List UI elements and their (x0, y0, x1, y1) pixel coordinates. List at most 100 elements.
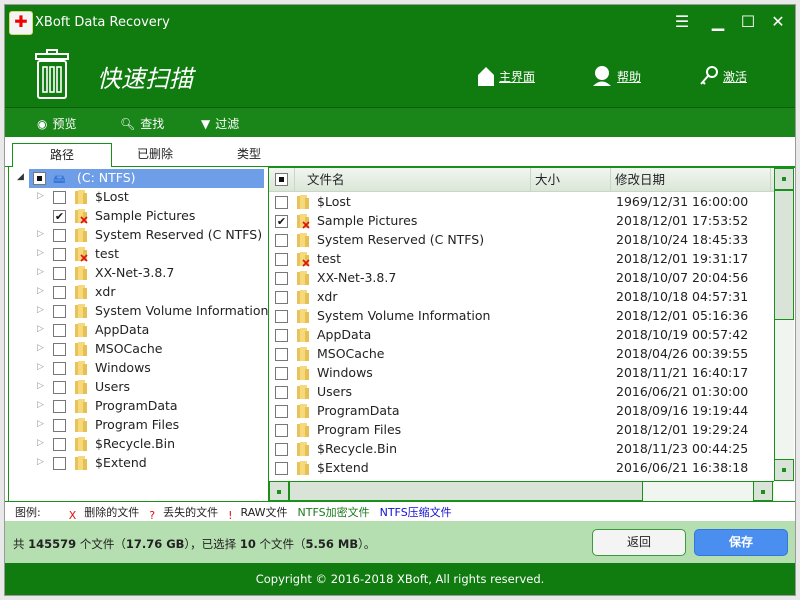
row-checkbox[interactable] (275, 443, 288, 456)
row-checkbox[interactable] (275, 405, 288, 418)
expand-arrow-icon[interactable]: ▷ (37, 381, 44, 391)
vertical-scroll-thumb[interactable] (774, 190, 794, 320)
tree-item[interactable]: ▷ ProgramData (9, 397, 267, 416)
row-checkbox[interactable] (275, 367, 288, 380)
row-checkbox[interactable] (275, 234, 288, 247)
tree-checkbox[interactable] (53, 324, 66, 337)
row-checkbox[interactable] (275, 291, 288, 304)
file-row[interactable]: ✔ Sample Pictures 2018/12/01 17:53:52 (269, 212, 774, 231)
scroll-left-button[interactable] (269, 481, 289, 501)
tree-checkbox[interactable] (53, 438, 66, 451)
file-row[interactable]: $Recycle.Bin 2018/11/23 00:44:25 (269, 440, 774, 459)
tree-item[interactable]: ▷ System Reserved (C NTFS) (9, 226, 267, 245)
tree-item[interactable]: ▷ $Recycle.Bin (9, 435, 267, 454)
file-row[interactable]: System Volume Information 2018/12/01 05:1… (269, 307, 774, 326)
column-date[interactable]: 修改日期 (611, 168, 771, 192)
expand-arrow-icon[interactable]: ▷ (37, 248, 44, 258)
column-size[interactable]: 大小 (531, 168, 611, 192)
row-checkbox[interactable] (275, 348, 288, 361)
save-button[interactable]: 保存 (694, 529, 788, 556)
collapse-arrow-icon[interactable]: ◢ (17, 172, 24, 182)
horizontal-scroll-thumb[interactable] (289, 481, 643, 501)
tab-path[interactable]: 路径 (12, 143, 112, 168)
row-checkbox[interactable] (275, 462, 288, 475)
tree-item[interactable]: ▷ test (9, 245, 267, 264)
file-row[interactable]: $Lost 1969/12/31 16:00:00 (269, 193, 774, 212)
row-checkbox[interactable] (275, 386, 288, 399)
tree-item[interactable]: ▷ $Lost (9, 188, 267, 207)
file-row[interactable]: System Reserved (C NTFS) 2018/10/24 18:45… (269, 231, 774, 250)
tree-checkbox[interactable] (53, 286, 66, 299)
expand-arrow-icon[interactable]: ▷ (37, 191, 44, 201)
row-checkbox[interactable] (275, 253, 288, 266)
tree-item[interactable]: ▷ Windows (9, 359, 267, 378)
tree-item[interactable]: ▷ $Extend (9, 454, 267, 473)
row-checkbox[interactable] (275, 310, 288, 323)
row-checkbox[interactable] (275, 329, 288, 342)
tree-checkbox[interactable] (53, 400, 66, 413)
tree-checkbox[interactable] (53, 229, 66, 242)
file-row[interactable]: AppData 2018/10/19 00:57:42 (269, 326, 774, 345)
tab-deleted[interactable]: 已删除 (105, 143, 205, 167)
tree-checkbox[interactable] (53, 343, 66, 356)
expand-arrow-icon[interactable]: ▷ (37, 343, 44, 353)
help-link[interactable]: 帮助 (591, 65, 641, 87)
home-link[interactable]: 主界面 (477, 65, 535, 87)
row-checkbox[interactable]: ✔ (275, 215, 288, 228)
expand-arrow-icon[interactable]: ▷ (37, 419, 44, 429)
tree-checkbox[interactable] (53, 248, 66, 261)
file-row[interactable]: MSOCache 2018/04/26 00:39:55 (269, 345, 774, 364)
expand-arrow-icon[interactable]: ▷ (37, 362, 44, 372)
scroll-right-button[interactable] (753, 481, 773, 501)
expand-arrow-icon[interactable]: ▷ (37, 457, 44, 467)
row-checkbox[interactable] (275, 272, 288, 285)
tree-item[interactable]: ✔ Sample Pictures (9, 207, 267, 226)
tree-checkbox[interactable] (53, 305, 66, 318)
minimize-button[interactable]: ▁ (707, 11, 729, 33)
expand-arrow-icon[interactable]: ▷ (37, 305, 44, 315)
filter-button[interactable]: ▼ 过滤 (201, 115, 239, 132)
search-button[interactable]: 🔍︎ 查找 (120, 115, 164, 132)
select-all-checkbox[interactable] (275, 173, 288, 186)
tree-item[interactable]: ▷ XX-Net-3.8.7 (9, 264, 267, 283)
row-checkbox[interactable] (275, 424, 288, 437)
file-row[interactable]: Users 2016/06/21 01:30:00 (269, 383, 774, 402)
close-button[interactable]: ✕ (767, 11, 789, 33)
scroll-down-button[interactable] (774, 459, 794, 481)
tree-item[interactable]: ▷ System Volume Information (9, 302, 268, 321)
root-checkbox[interactable] (33, 172, 46, 185)
expand-arrow-icon[interactable]: ▷ (37, 438, 44, 448)
expand-arrow-icon[interactable]: ▷ (37, 286, 44, 296)
expand-arrow-icon[interactable]: ▷ (37, 400, 44, 410)
tree-checkbox[interactable] (53, 267, 66, 280)
vertical-scrollbar[interactable] (774, 168, 794, 481)
expand-arrow-icon[interactable]: ▷ (37, 229, 44, 239)
tree-checkbox[interactable] (53, 362, 66, 375)
file-row[interactable]: Windows 2018/11/21 16:40:17 (269, 364, 774, 383)
tree-item[interactable]: ▷ Program Files (9, 416, 267, 435)
maximize-button[interactable]: ☐ (737, 11, 759, 33)
tree-checkbox[interactable] (53, 381, 66, 394)
file-row[interactable]: xdr 2018/10/18 04:57:31 (269, 288, 774, 307)
expand-arrow-icon[interactable]: ▷ (37, 324, 44, 334)
tab-type[interactable]: 类型 (199, 143, 299, 167)
tree-checkbox[interactable]: ✔ (53, 210, 66, 223)
tree-checkbox[interactable] (53, 457, 66, 470)
file-row[interactable]: $Extend 2016/06/21 16:38:18 (269, 459, 774, 478)
tree-item[interactable]: ▷ AppData (9, 321, 267, 340)
menu-button[interactable]: ☰ (671, 11, 693, 33)
file-row[interactable]: test 2018/12/01 19:31:17 (269, 250, 774, 269)
activate-link[interactable]: 激活 (699, 65, 747, 87)
horizontal-scrollbar[interactable] (269, 481, 774, 501)
tree-item[interactable]: ▷ Users (9, 378, 267, 397)
row-checkbox[interactable] (275, 196, 288, 209)
scroll-up-button[interactable] (774, 168, 794, 190)
column-name[interactable]: 文件名 (295, 168, 531, 192)
file-row[interactable]: XX-Net-3.8.7 2018/10/07 20:04:56 (269, 269, 774, 288)
file-row[interactable]: Program Files 2018/12/01 19:29:24 (269, 421, 774, 440)
tree-item[interactable]: ▷ MSOCache (9, 340, 267, 359)
expand-arrow-icon[interactable]: ▷ (37, 267, 44, 277)
back-button[interactable]: 返回 (592, 529, 686, 556)
preview-button[interactable]: ◉ 预览 (37, 115, 77, 132)
file-row[interactable]: ProgramData 2018/09/16 19:19:44 (269, 402, 774, 421)
